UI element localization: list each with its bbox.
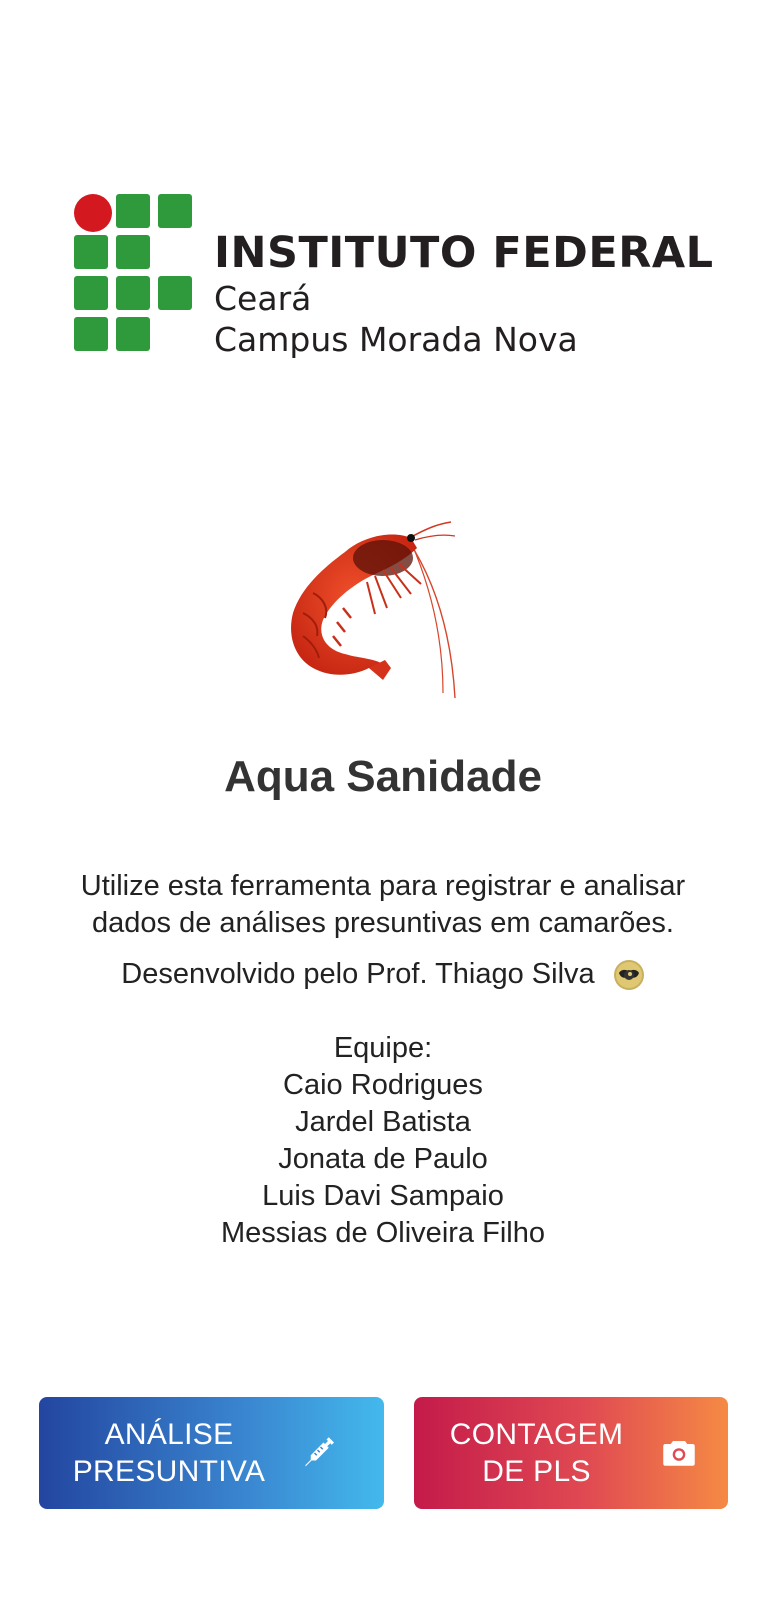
logo-text: INSTITUTO FEDERAL Ceará Campus Morada No… bbox=[214, 228, 714, 360]
camera-icon bbox=[659, 1433, 699, 1473]
logo-campus: Campus Morada Nova bbox=[214, 320, 578, 359]
logo-red-dot bbox=[74, 194, 112, 232]
developer-credit: Desenvolvido pelo Prof. Thiago Silva bbox=[0, 958, 766, 991]
logo-state: Ceará bbox=[214, 279, 312, 318]
label-line: PRESUNTIVA bbox=[72, 1455, 266, 1488]
presumptive-analysis-button[interactable]: ANÁLISE PRESUNTIVA bbox=[39, 1397, 384, 1509]
sunglasses-emoji-icon bbox=[613, 960, 644, 991]
developer-text: Desenvolvido pelo Prof. Thiago Silva bbox=[121, 958, 595, 990]
pls-count-button[interactable]: CONTAGEM DE PLS bbox=[414, 1397, 728, 1509]
app-title: Aqua Sanidade bbox=[224, 752, 542, 801]
shrimp-image bbox=[291, 521, 456, 699]
label-line: CONTAGEM bbox=[449, 1418, 624, 1451]
team-list: Equipe: Caio Rodrigues Jardel Batista Jo… bbox=[0, 1030, 766, 1252]
label-line: DE PLS bbox=[482, 1455, 591, 1488]
presumptive-analysis-label: ANÁLISE PRESUNTIVA bbox=[39, 1416, 299, 1490]
team-member: Messias de Oliveira Filho bbox=[221, 1217, 545, 1249]
pls-count-label: CONTAGEM DE PLS bbox=[414, 1416, 659, 1490]
team-label: Equipe: bbox=[333, 1032, 433, 1064]
logo-title: INSTITUTO FEDERAL bbox=[214, 228, 714, 278]
app-description: Utilize esta ferramenta para registrar e… bbox=[80, 870, 686, 939]
institution-logo: INSTITUTO FEDERAL Ceará Campus Morada No… bbox=[74, 194, 714, 364]
label-line: ANÁLISE bbox=[104, 1418, 234, 1451]
team-member: Jonata de Paulo bbox=[278, 1143, 488, 1175]
syringe-icon bbox=[299, 1433, 339, 1473]
team-member: Jardel Batista bbox=[295, 1106, 471, 1138]
team-member: Caio Rodrigues bbox=[283, 1069, 483, 1101]
team-member: Luis Davi Sampaio bbox=[262, 1180, 504, 1212]
logo-mark bbox=[74, 194, 194, 359]
